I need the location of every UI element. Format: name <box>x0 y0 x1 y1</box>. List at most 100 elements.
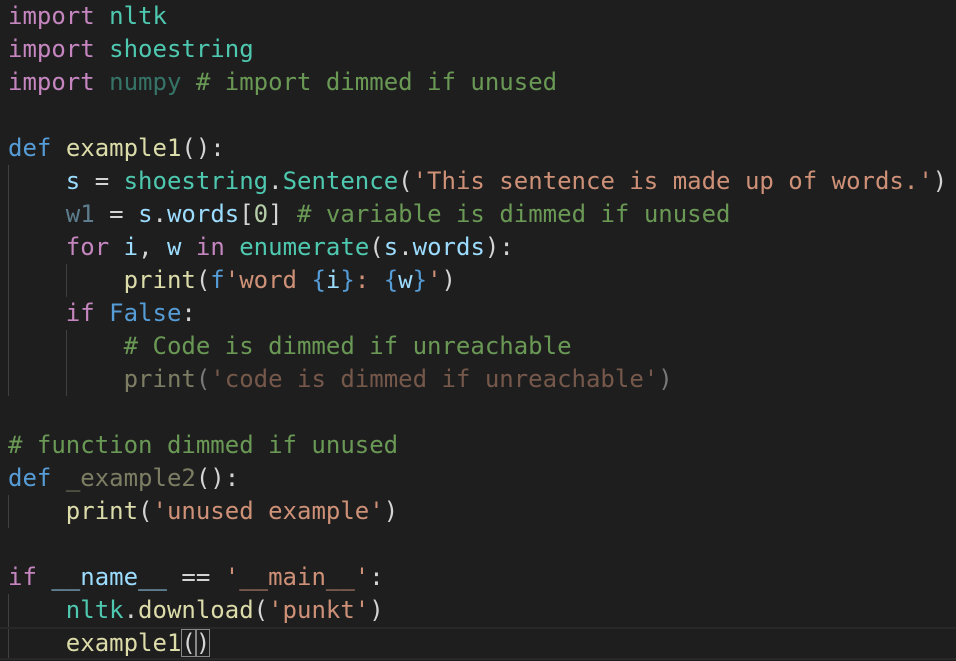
code-token: = <box>94 200 139 228</box>
code-line-current[interactable]: example1() <box>0 627 956 660</box>
code-token: } <box>412 266 428 294</box>
code-line[interactable]: print('unused example') <box>8 495 398 528</box>
code-token: ( <box>369 233 384 261</box>
code-token: . <box>398 233 413 261</box>
code-line[interactable]: import shoestring <box>8 33 254 66</box>
code-token: (): <box>181 134 225 162</box>
code-token: import <box>8 68 95 96</box>
code-token: ) <box>369 596 384 624</box>
code-token: Sentence <box>282 167 399 195</box>
code-token: if <box>65 299 95 327</box>
code-token: ) <box>383 497 399 525</box>
code-token: 'punkt' <box>268 596 370 624</box>
code-token: : <box>354 266 384 294</box>
code-line[interactable]: print('code is dimmed if unreachable') <box>8 363 673 396</box>
code-editor[interactable]: import nltk import shoestring import numpy… <box>0 0 956 661</box>
code-line[interactable]: for i, w in enumerate(s.words): <box>8 231 514 264</box>
code-token: ): <box>484 233 514 261</box>
code-line[interactable]: def _example2(): <box>8 462 239 495</box>
code-token: w1 <box>65 200 95 228</box>
code-token: for <box>65 233 110 261</box>
code-token: 'word <box>224 266 312 294</box>
code-token: ] <box>268 200 298 228</box>
code-token: download <box>138 596 254 624</box>
code-token: '__main__' <box>224 563 370 591</box>
code-token: # variable is dimmed if unused <box>297 200 731 228</box>
code-line[interactable]: print(f'word {i}: {w}') <box>8 264 456 297</box>
code-token: nltk <box>109 2 167 30</box>
code-token: { <box>383 266 399 294</box>
code-line[interactable]: nltk.download('punkt') <box>8 594 384 627</box>
code-token: print <box>123 365 196 393</box>
code-token: numpy <box>109 68 182 96</box>
code-line[interactable]: w1 = s.words[0] # variable is dimmed if … <box>8 198 731 231</box>
code-token: words <box>412 233 485 261</box>
code-line[interactable]: import nltk <box>8 0 167 33</box>
code-token: 'unused example' <box>152 497 384 525</box>
code-token: 'code is dimmed if unreachable' <box>210 365 659 393</box>
code-token: w <box>166 233 182 261</box>
code-line[interactable]: if __name__ == '__main__': <box>8 561 384 594</box>
code-token: ' <box>427 266 442 294</box>
code-token: # import dimmed if unused <box>195 68 558 96</box>
code-token: , <box>138 233 167 261</box>
code-token: if <box>8 563 37 591</box>
code-token: { <box>311 266 326 294</box>
code-token: def <box>8 464 52 492</box>
matching-bracket: ( <box>181 629 196 657</box>
code-token: # Code is dimmed if unreachable <box>123 332 572 360</box>
code-token: s <box>383 233 399 261</box>
code-line[interactable]: s = shoestring.Sentence('This sentence i… <box>8 165 947 198</box>
code-token: print <box>65 497 139 525</box>
code-token: ) <box>658 365 673 393</box>
code-token: ( <box>195 266 211 294</box>
code-token: . <box>152 200 167 228</box>
code-token: i <box>325 266 341 294</box>
code-token: ( <box>253 596 269 624</box>
code-token: w <box>398 266 413 294</box>
code-line[interactable]: if False: <box>8 297 196 330</box>
code-token: # function dimmed if unused <box>8 431 399 459</box>
code-line[interactable]: def example1(): <box>8 132 225 165</box>
code-token: import <box>8 35 95 63</box>
code-token: ( <box>398 167 413 195</box>
code-token: ( <box>138 497 153 525</box>
code-token: = <box>80 167 124 195</box>
code-token: __name__ <box>51 563 167 591</box>
code-line[interactable]: # Code is dimmed if unreachable <box>8 330 572 363</box>
code-token: _example2 <box>65 464 196 492</box>
code-token: s <box>65 167 81 195</box>
code-token: example1 <box>65 134 182 162</box>
code-token: words <box>166 200 240 228</box>
matching-bracket: ) <box>195 629 211 657</box>
code-token: i <box>123 233 139 261</box>
code-line[interactable]: # function dimmed if unused <box>8 429 398 462</box>
code-token: f <box>210 266 225 294</box>
code-token: ) <box>932 167 948 195</box>
code-token: . <box>123 596 139 624</box>
code-token: (): <box>195 464 240 492</box>
code-line[interactable]: import numpy # import dimmed if unused <box>8 66 557 99</box>
code-token: shoestring <box>109 35 254 63</box>
code-token: shoestring <box>123 167 269 195</box>
code-token: in <box>195 233 225 261</box>
code-token: == <box>166 563 225 591</box>
code-token: s <box>138 200 153 228</box>
code-token: 0 <box>253 200 269 228</box>
code-token: : <box>181 299 196 327</box>
